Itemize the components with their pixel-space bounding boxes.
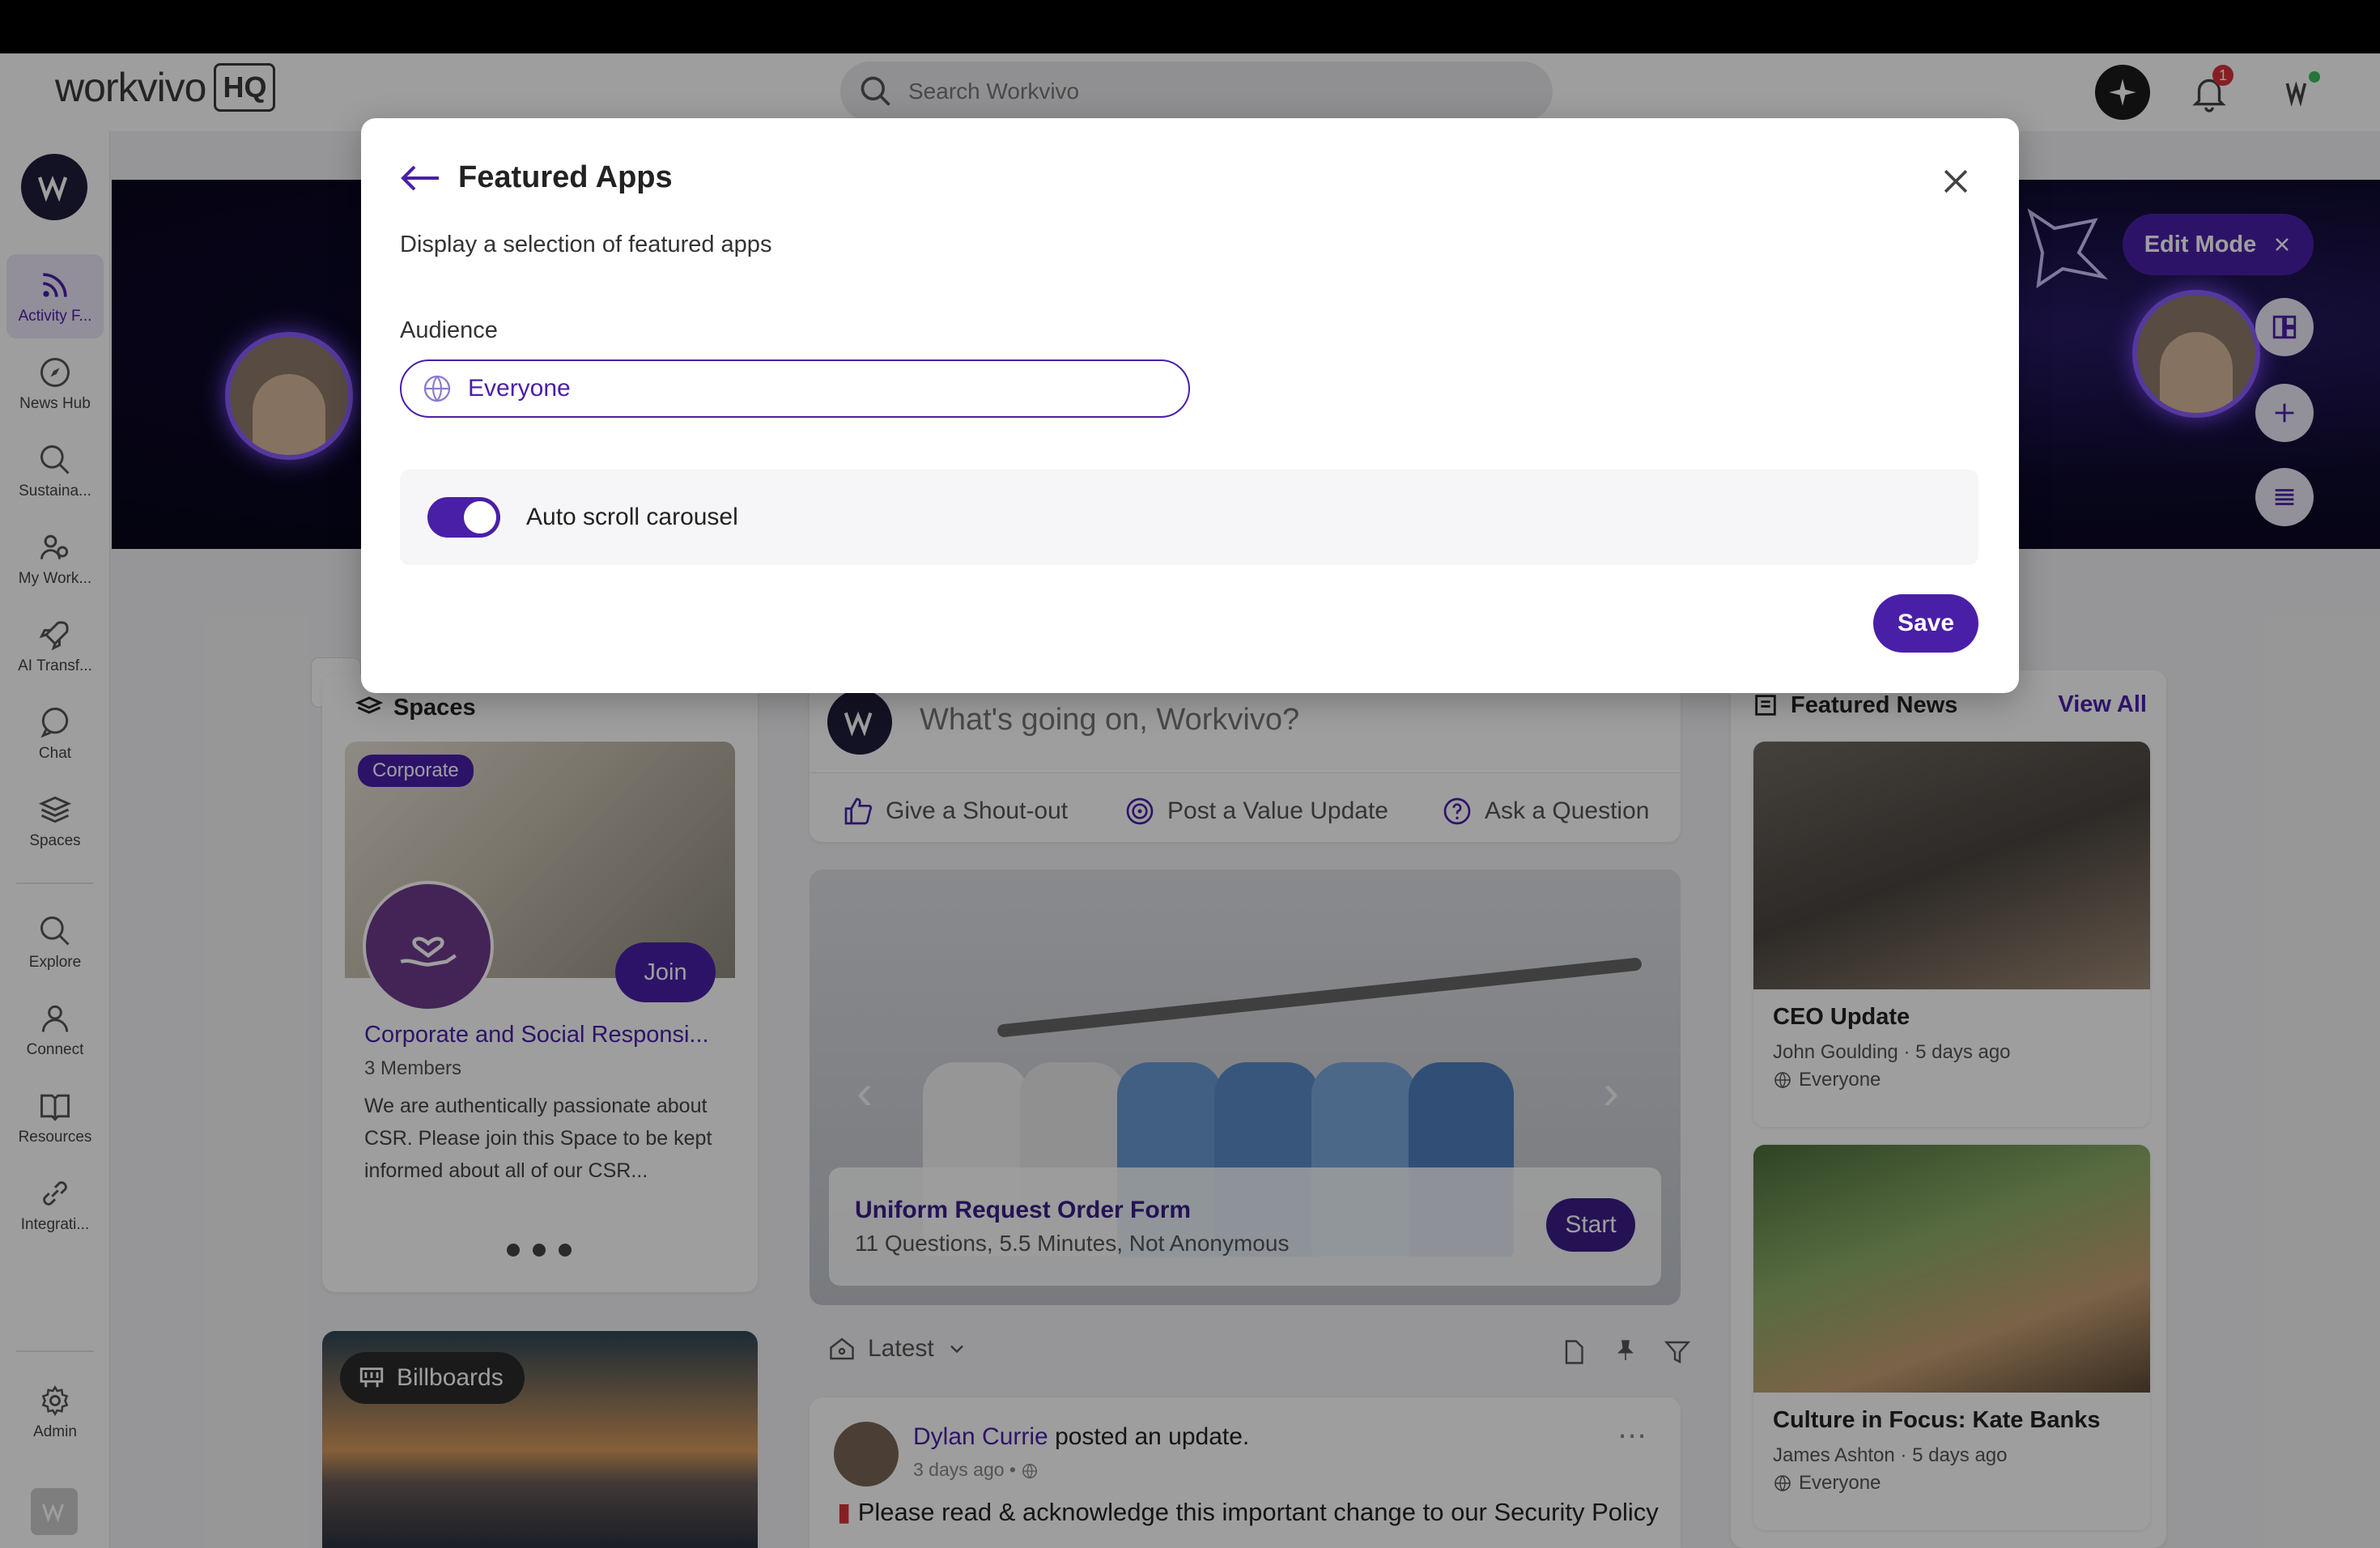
window-top-strip [0, 0, 2380, 53]
back-button[interactable] [398, 162, 442, 198]
arrow-left-icon [401, 165, 439, 191]
close-icon [1944, 169, 1968, 194]
audience-select[interactable]: Everyone [400, 359, 1190, 418]
auto-scroll-setting: Auto scroll carousel [400, 470, 1978, 565]
globe-icon [423, 375, 451, 402]
auto-scroll-label: Auto scroll carousel [526, 504, 738, 530]
audience-value: Everyone [468, 375, 571, 402]
save-button[interactable]: Save [1873, 594, 1978, 653]
featured-apps-modal: Featured Apps Display a selection of fea… [361, 118, 2019, 693]
close-modal-button[interactable] [1938, 164, 1974, 203]
modal-description: Display a selection of featured apps [400, 232, 772, 257]
auto-scroll-toggle[interactable] [427, 497, 500, 538]
modal-title: Featured Apps [458, 160, 673, 194]
audience-label: Audience [400, 317, 498, 343]
